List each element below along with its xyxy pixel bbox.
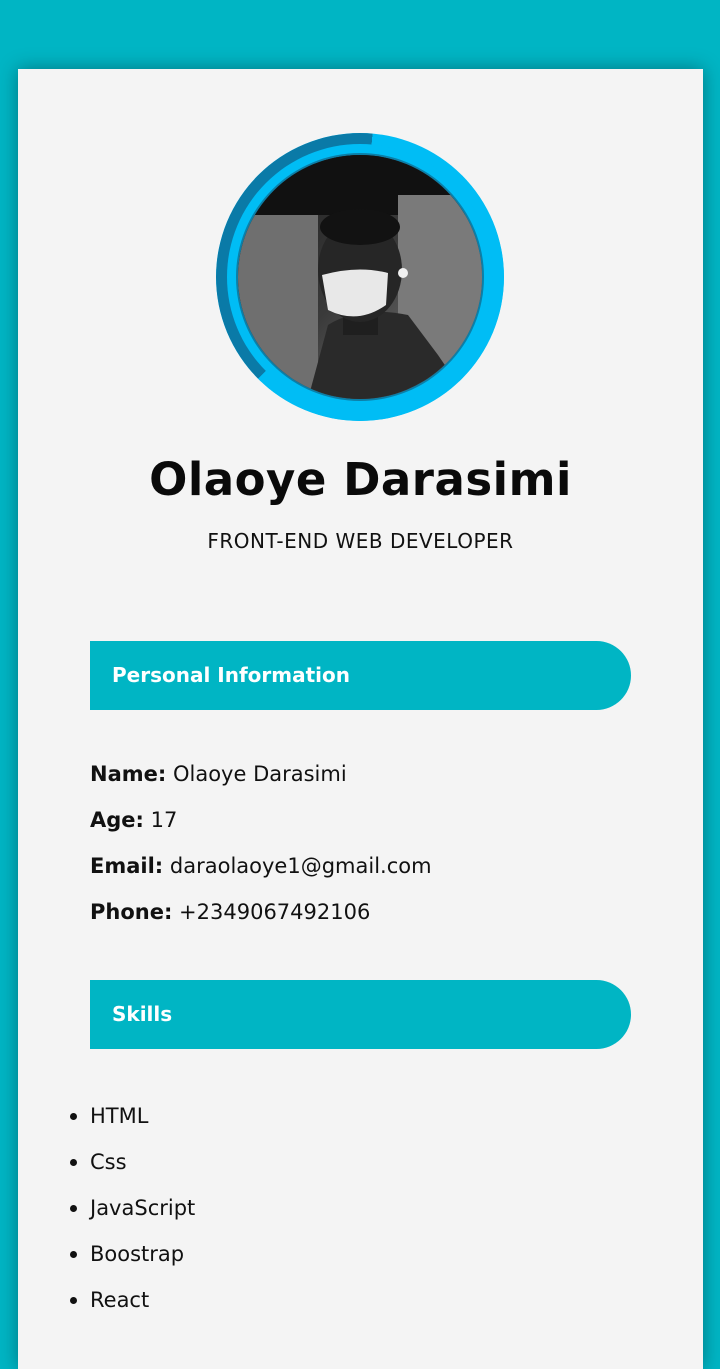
info-label: Phone: — [90, 900, 173, 924]
skills-header: Skills — [90, 980, 631, 1049]
info-label: Email: — [90, 854, 164, 878]
info-label: Name: — [90, 762, 167, 786]
list-item: JavaScript — [70, 1185, 195, 1231]
personal-info-header: Personal Information — [90, 641, 631, 710]
profile-role: FRONT-END WEB DEVELOPER — [207, 529, 514, 553]
info-row-phone: Phone: +2349067492106 — [90, 900, 370, 924]
list-item: Css — [70, 1139, 195, 1185]
info-value: 17 — [150, 808, 178, 832]
info-row-age: Age: 17 — [90, 808, 177, 832]
profile-photo — [238, 155, 482, 399]
profile-card: Olaoye Darasimi FRONT-END WEB DEVELOPER … — [18, 69, 703, 1369]
list-item: React — [70, 1277, 195, 1323]
info-label: Age: — [90, 808, 144, 832]
list-item: Boostrap — [70, 1231, 195, 1277]
info-value: daraolaoye1@gmail.com — [169, 854, 432, 878]
list-item: HTML — [70, 1093, 195, 1139]
info-value: +2349067492106 — [179, 900, 371, 924]
info-row-email: Email: daraolaoye1@gmail.com — [90, 854, 432, 878]
skills-list: HTML Css JavaScript Boostrap React — [70, 1093, 195, 1323]
profile-name: Olaoye Darasimi — [149, 453, 572, 506]
info-row-name: Name: Olaoye Darasimi — [90, 762, 347, 786]
info-value: Olaoye Darasimi — [172, 762, 347, 786]
avatar — [216, 133, 504, 421]
